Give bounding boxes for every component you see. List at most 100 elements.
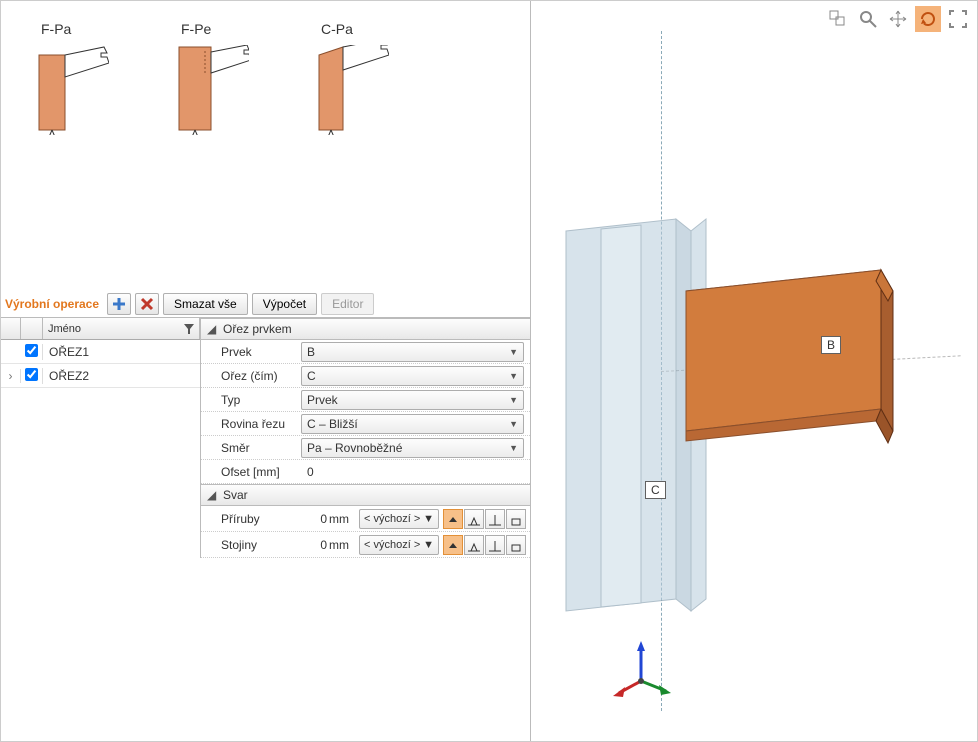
weld-unit: mm (329, 512, 359, 526)
row-name: OŘEZ2 (43, 369, 200, 383)
clear-all-button[interactable]: Smazat vše (163, 293, 248, 315)
weld-icon (509, 538, 523, 552)
row-indicator: › (1, 369, 21, 383)
grid-header-name-label: Jméno (48, 323, 81, 335)
property-panel: ◢ Ořez prvkem Prvek B▼ Ořez (čím) C▼ Typ… (201, 318, 530, 558)
operations-title: Výrobní operace (5, 297, 99, 311)
weld-icon (446, 512, 460, 526)
operations-detail: Jméno OŘEZ1 › OŘEZ2 ◢ (1, 317, 530, 558)
type-label: F-Pe (181, 21, 211, 37)
grid-header: Jméno (1, 318, 200, 340)
weld-label: Stojiny (221, 538, 281, 552)
weld-preset-dropdown[interactable]: < výchozí >▼ (359, 535, 439, 555)
weld-icon (467, 538, 481, 552)
weld-priruby: Příruby 0 mm < výchozí >▼ (201, 506, 530, 532)
cut-type-fpe-icon (159, 45, 249, 135)
grid-header-name[interactable]: Jméno (43, 318, 200, 339)
table-row[interactable]: OŘEZ1 (1, 340, 200, 364)
weld-opt-4[interactable] (506, 509, 526, 529)
grid-header-check (21, 318, 43, 339)
chevron-down-icon: ▼ (509, 395, 518, 405)
weld-opt-2[interactable] (464, 535, 484, 555)
prop-label: Rovina řezu (221, 417, 301, 431)
plus-icon (112, 297, 126, 311)
prvek-dropdown[interactable]: B▼ (301, 342, 524, 362)
type-option-fpe[interactable]: F-Pe (159, 21, 249, 135)
weld-opt-3[interactable] (485, 509, 505, 529)
weld-icon (467, 512, 481, 526)
app-root: F-Pa F-Pe (0, 0, 978, 742)
chevron-down-icon: ▼ (509, 443, 518, 453)
orez-dropdown[interactable]: C▼ (301, 366, 524, 386)
weld-icon (509, 512, 523, 526)
weld-value[interactable]: 0 (281, 538, 329, 552)
weld-icon (488, 538, 502, 552)
prop-smer: Směr Pa – Rovnoběžné▼ (201, 436, 530, 460)
weld-icon (446, 538, 460, 552)
filter-icon (184, 324, 194, 334)
weld-opt-1[interactable] (443, 535, 463, 555)
add-operation-button[interactable] (107, 293, 131, 315)
weld-opt-3[interactable] (485, 535, 505, 555)
rovina-dropdown[interactable]: C – Bližší▼ (301, 414, 524, 434)
weld-icon (488, 512, 502, 526)
chevron-down-icon: ▼ (509, 419, 518, 429)
type-selector-area: F-Pa F-Pe (1, 1, 530, 291)
cut-type-cpa-icon (299, 45, 389, 135)
delete-operation-button[interactable] (135, 293, 159, 315)
weld-opt-1[interactable] (443, 509, 463, 529)
type-row: F-Pa F-Pe (19, 21, 512, 135)
type-option-fpa[interactable]: F-Pa (19, 21, 109, 135)
weld-stojiny: Stojiny 0 mm < výchozí >▼ (201, 532, 530, 558)
chevron-down-icon: ▼ (423, 539, 434, 551)
prop-orez: Ořez (čím) C▼ (201, 364, 530, 388)
weld-opt-2[interactable] (464, 509, 484, 529)
weld-label: Příruby (221, 512, 281, 526)
collapse-arrow-icon: ◢ (207, 488, 217, 502)
collapse-arrow-icon: ◢ (207, 322, 217, 336)
left-panel: F-Pa F-Pe (1, 1, 531, 741)
section-header-weld[interactable]: ◢ Svar (201, 484, 530, 506)
prop-typ: Typ Prvek▼ (201, 388, 530, 412)
viewport-3d[interactable]: B C (531, 1, 977, 741)
prop-label: Směr (221, 441, 301, 455)
model-svg (531, 1, 978, 741)
type-option-cpa[interactable]: C-Pa (299, 21, 389, 135)
grid-header-selector (1, 318, 21, 339)
member-label-b: B (821, 336, 841, 354)
weld-preset-dropdown[interactable]: < výchozí >▼ (359, 509, 439, 529)
typ-dropdown[interactable]: Prvek▼ (301, 390, 524, 410)
prop-ofset: Ofset [mm] 0 (201, 460, 530, 484)
calculate-button[interactable]: Výpočet (252, 293, 317, 315)
x-icon (140, 297, 154, 311)
table-row[interactable]: › OŘEZ2 (1, 364, 200, 388)
operations-grid: Jméno OŘEZ1 › OŘEZ2 (1, 318, 201, 558)
prop-label: Ořez (čím) (221, 369, 301, 383)
smer-dropdown[interactable]: Pa – Rovnoběžné▼ (301, 438, 524, 458)
prop-label: Typ (221, 393, 301, 407)
prop-prvek: Prvek B▼ (201, 340, 530, 364)
prop-label: Ofset [mm] (221, 465, 301, 479)
row-name: OŘEZ1 (43, 345, 200, 359)
weld-opt-4[interactable] (506, 535, 526, 555)
weld-unit: mm (329, 538, 359, 552)
editor-button[interactable]: Editor (321, 293, 374, 315)
prop-rovina: Rovina řezu C – Bližší▼ (201, 412, 530, 436)
row-checkbox[interactable] (25, 368, 38, 381)
section-header-cut[interactable]: ◢ Ořez prvkem (201, 318, 530, 340)
section-cut-label: Ořez prvkem (223, 322, 292, 336)
section-weld-label: Svar (223, 488, 248, 502)
weld-value[interactable]: 0 (281, 512, 329, 526)
row-checkbox[interactable] (25, 344, 38, 357)
type-label: C-Pa (321, 21, 353, 37)
chevron-down-icon: ▼ (509, 347, 518, 357)
chevron-down-icon: ▼ (509, 371, 518, 381)
operations-toolbar: Výrobní operace Smazat vše Výpočet Edito… (1, 291, 530, 317)
chevron-down-icon: ▼ (423, 513, 434, 525)
member-label-c: C (645, 481, 666, 499)
scene: B C (531, 1, 977, 741)
prop-label: Prvek (221, 345, 301, 359)
axis-gizmo-icon (611, 641, 671, 701)
cut-type-fpa-icon (19, 45, 109, 135)
ofset-value[interactable]: 0 (301, 465, 524, 479)
